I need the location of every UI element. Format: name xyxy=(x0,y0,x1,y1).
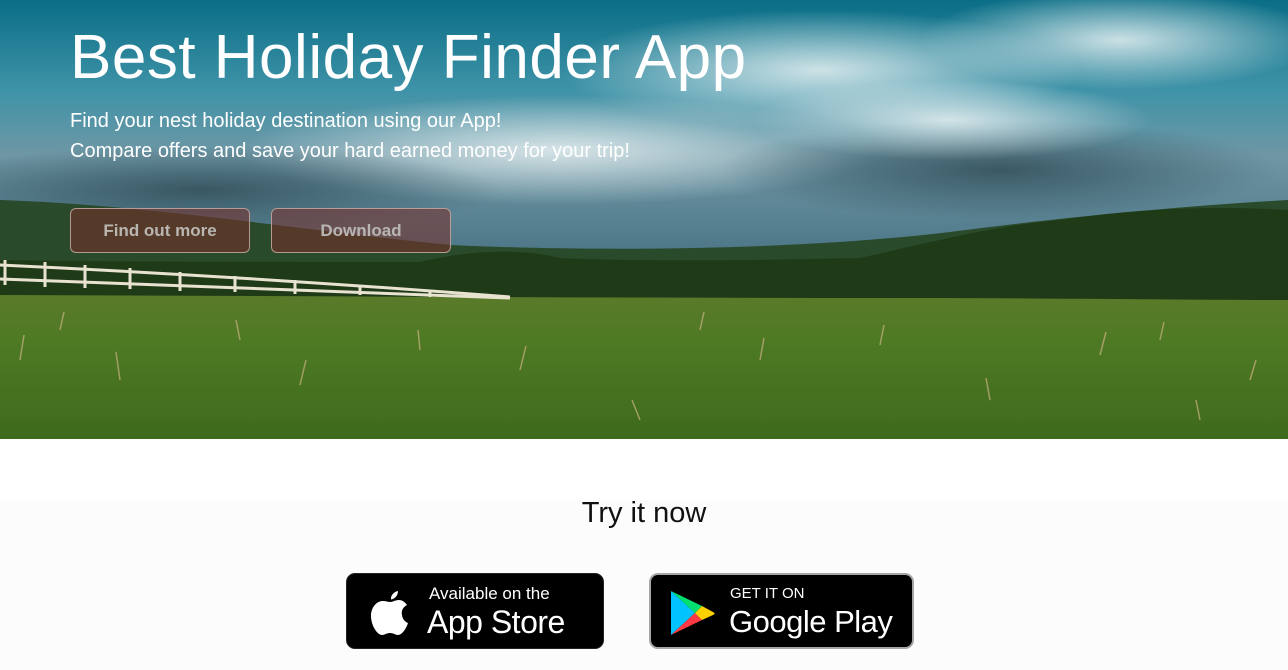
app-store-badge[interactable]: Available on the App Store xyxy=(346,573,604,649)
hero-banner: Best Holiday Finder App Find your nest h… xyxy=(0,0,1288,439)
hero-subtitle-line-2: Compare offers and save your hard earned… xyxy=(70,140,630,162)
app-store-small-text: Available on the xyxy=(429,584,550,603)
hero-title: Best Holiday Finder App xyxy=(70,23,747,92)
apple-icon xyxy=(371,591,408,635)
hero-subtitle: Find your nest holiday destination using… xyxy=(70,106,630,166)
download-button[interactable]: Download xyxy=(271,208,451,253)
google-play-small-text: GET IT ON xyxy=(730,585,805,602)
app-store-big-text: App Store xyxy=(427,604,565,640)
try-it-title: Try it now xyxy=(581,497,707,529)
hero-subtitle-line-1: Find your nest holiday destination using… xyxy=(70,110,502,132)
find-out-more-button[interactable]: Find out more xyxy=(70,208,250,253)
google-play-badge[interactable]: GET IT ON Google Play xyxy=(649,573,914,649)
google-play-icon xyxy=(671,591,715,635)
google-play-big-text: Google Play xyxy=(729,604,893,639)
